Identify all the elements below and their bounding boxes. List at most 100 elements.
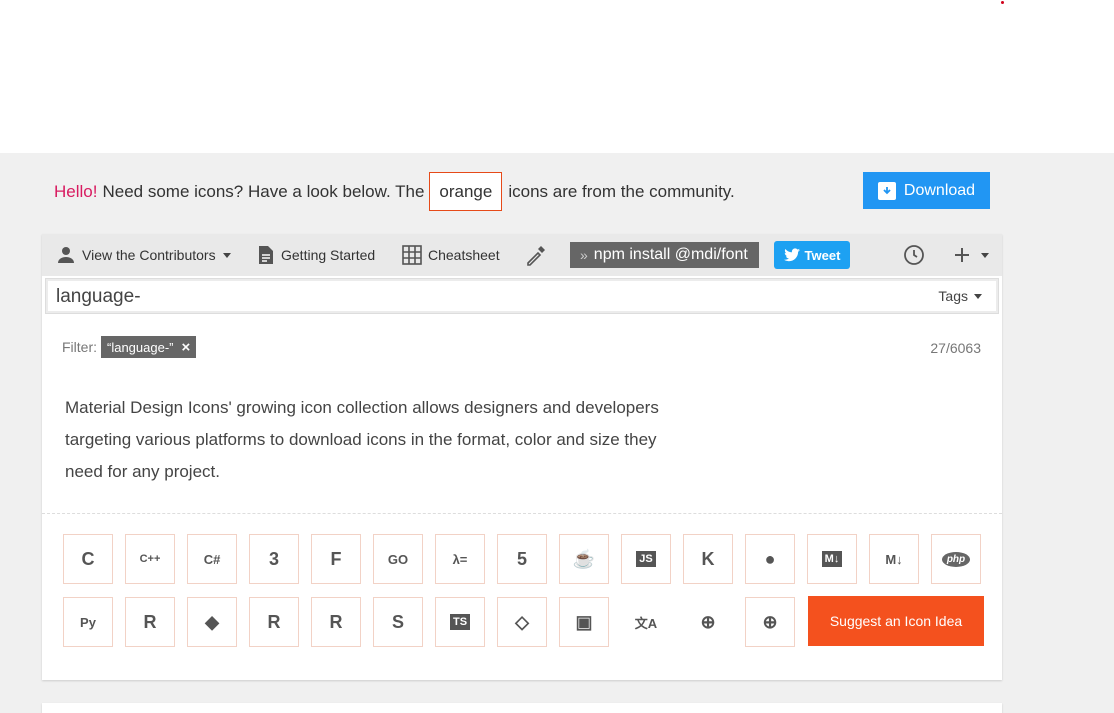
divider xyxy=(42,513,1002,514)
language-kotlin-icon[interactable]: K xyxy=(683,534,733,584)
filter-chip: “language-” × xyxy=(101,336,197,358)
package-icon[interactable]: ▣ xyxy=(559,597,609,647)
grid-icon xyxy=(402,245,422,265)
icon-glyph: 文A xyxy=(634,615,658,631)
search-input[interactable] xyxy=(56,283,856,311)
language-go-icon[interactable]: GO xyxy=(373,534,423,584)
icon-glyph: C++ xyxy=(139,553,161,565)
language-css3-icon[interactable]: 3 xyxy=(249,534,299,584)
tweet-button[interactable]: Tweet xyxy=(774,241,850,269)
language-markdown-icon[interactable]: M↓ xyxy=(807,534,857,584)
close-icon[interactable]: × xyxy=(182,339,191,356)
tweet-label: Tweet xyxy=(804,247,841,263)
web-icon[interactable]: ⊕ xyxy=(683,597,733,647)
icon-glyph: Py xyxy=(80,614,96,630)
twitter-icon xyxy=(783,248,800,262)
icon-glyph: ⊕ xyxy=(700,611,716,632)
language-c-icon[interactable]: C xyxy=(63,534,113,584)
hello-greeting: Hello! xyxy=(54,181,98,201)
toolbar: View the Contributors Getting Started Ch… xyxy=(42,234,1002,276)
suggest-icon-button[interactable]: Suggest an Icon Idea xyxy=(808,596,984,646)
icon-glyph: ☕ xyxy=(572,548,596,569)
intro-line: Hello! Need some icons? Have a look belo… xyxy=(54,172,735,211)
language-lua-icon[interactable]: ● xyxy=(745,534,795,584)
npm-command-text: npm install @mdi/font xyxy=(593,246,748,263)
download-button[interactable]: Download xyxy=(863,172,990,209)
tags-label: Tags xyxy=(938,288,968,304)
cheatsheet-label: Cheatsheet xyxy=(428,247,500,263)
language-php-icon[interactable]: php xyxy=(931,534,981,584)
eyedropper-icon xyxy=(527,246,545,266)
language-python-icon[interactable]: Py xyxy=(63,597,113,647)
chevron-down-icon xyxy=(974,293,982,299)
language-haskell-icon[interactable]: λ= xyxy=(435,534,485,584)
translate-icon[interactable]: 文A xyxy=(621,597,671,647)
icon-glyph: GO xyxy=(387,551,409,567)
result-count: 27/6063 xyxy=(930,340,981,356)
contributors-menu[interactable]: View the Contributors xyxy=(56,234,231,276)
language-java-icon[interactable]: ☕ xyxy=(559,534,609,584)
hello-text-after: icons are from the community. xyxy=(508,181,735,201)
search-bar: Tags xyxy=(45,278,999,314)
red-dot xyxy=(1001,1,1004,4)
icon-glyph: M↓ xyxy=(821,551,843,567)
add-menu-button[interactable] xyxy=(953,234,989,276)
cheatsheet-link[interactable]: Cheatsheet xyxy=(402,234,500,276)
icon-glyph: λ= xyxy=(452,551,468,567)
chevron-down-icon xyxy=(981,252,989,258)
icon-glyph: F xyxy=(330,548,342,569)
language-cpp-icon[interactable]: C++ xyxy=(125,534,175,584)
icon-glyph: K xyxy=(701,548,715,569)
icon-glyph: S xyxy=(391,611,404,632)
hello-text-before: Need some icons? Have a look below. The xyxy=(102,181,425,201)
eyedropper-button[interactable] xyxy=(525,234,553,276)
next-panel xyxy=(42,703,1002,713)
language-csharp-icon[interactable]: C# xyxy=(187,534,237,584)
plus-icon xyxy=(955,248,969,262)
filter-chip-text: “language-” xyxy=(107,339,174,355)
language-ruby-on-rails-icon[interactable]: R xyxy=(249,597,299,647)
language-fortran-icon[interactable]: F xyxy=(311,534,361,584)
language-markdown-outline-icon[interactable]: M↓ xyxy=(869,534,919,584)
icon-glyph: C xyxy=(81,548,95,569)
getting-started-label: Getting Started xyxy=(281,247,376,263)
icons-panel: View the Contributors Getting Started Ch… xyxy=(42,234,1002,680)
history-button[interactable] xyxy=(903,234,931,276)
getting-started-link[interactable]: Getting Started xyxy=(257,234,375,276)
orange-highlight: orange xyxy=(429,172,503,211)
top-banner-area xyxy=(0,0,1114,153)
icon-glyph: JS xyxy=(636,551,656,567)
npm-install-command[interactable]: » npm install @mdi/font xyxy=(570,242,759,268)
icon-glyph: R xyxy=(267,611,281,632)
language-ruby-icon[interactable]: ◆ xyxy=(187,597,237,647)
icon-glyph: 3 xyxy=(268,548,279,569)
icon-glyph: C# xyxy=(203,551,221,567)
intro-description: Material Design Icons' growing icon coll… xyxy=(65,398,659,481)
contributors-label: View the Contributors xyxy=(82,247,216,263)
language-typescript-icon[interactable]: TS xyxy=(435,597,485,647)
chevron-down-icon xyxy=(222,252,231,258)
icon-glyph: 5 xyxy=(516,548,527,569)
language-swift-icon[interactable]: S xyxy=(373,597,423,647)
icon-glyph: M↓ xyxy=(885,551,903,567)
icon-glyph: ⊕ xyxy=(762,611,778,632)
language-html5-icon[interactable]: 5 xyxy=(497,534,547,584)
icon-glyph: ◆ xyxy=(205,611,219,632)
icon-glyph: TS xyxy=(449,614,471,630)
language-rust-icon[interactable]: R xyxy=(311,597,361,647)
web-box-icon[interactable]: ⊕ xyxy=(745,597,795,647)
language-r-icon[interactable]: R xyxy=(125,597,175,647)
chevron-double-right-icon: » xyxy=(580,247,588,263)
file-document-icon xyxy=(259,246,273,264)
icon-glyph: R xyxy=(329,611,343,632)
filter-row: Filter: “language-” × xyxy=(62,336,197,358)
account-icon xyxy=(58,247,74,263)
language-javascript-icon[interactable]: JS xyxy=(621,534,671,584)
download-icon xyxy=(877,181,896,200)
clock-icon xyxy=(904,245,924,265)
tags-dropdown[interactable]: Tags xyxy=(938,279,982,313)
filter-label: Filter: xyxy=(62,339,97,355)
icon-glyph: ● xyxy=(764,548,776,569)
language-xaml-icon[interactable]: ◇ xyxy=(497,597,547,647)
icon-glyph: php xyxy=(941,551,971,567)
